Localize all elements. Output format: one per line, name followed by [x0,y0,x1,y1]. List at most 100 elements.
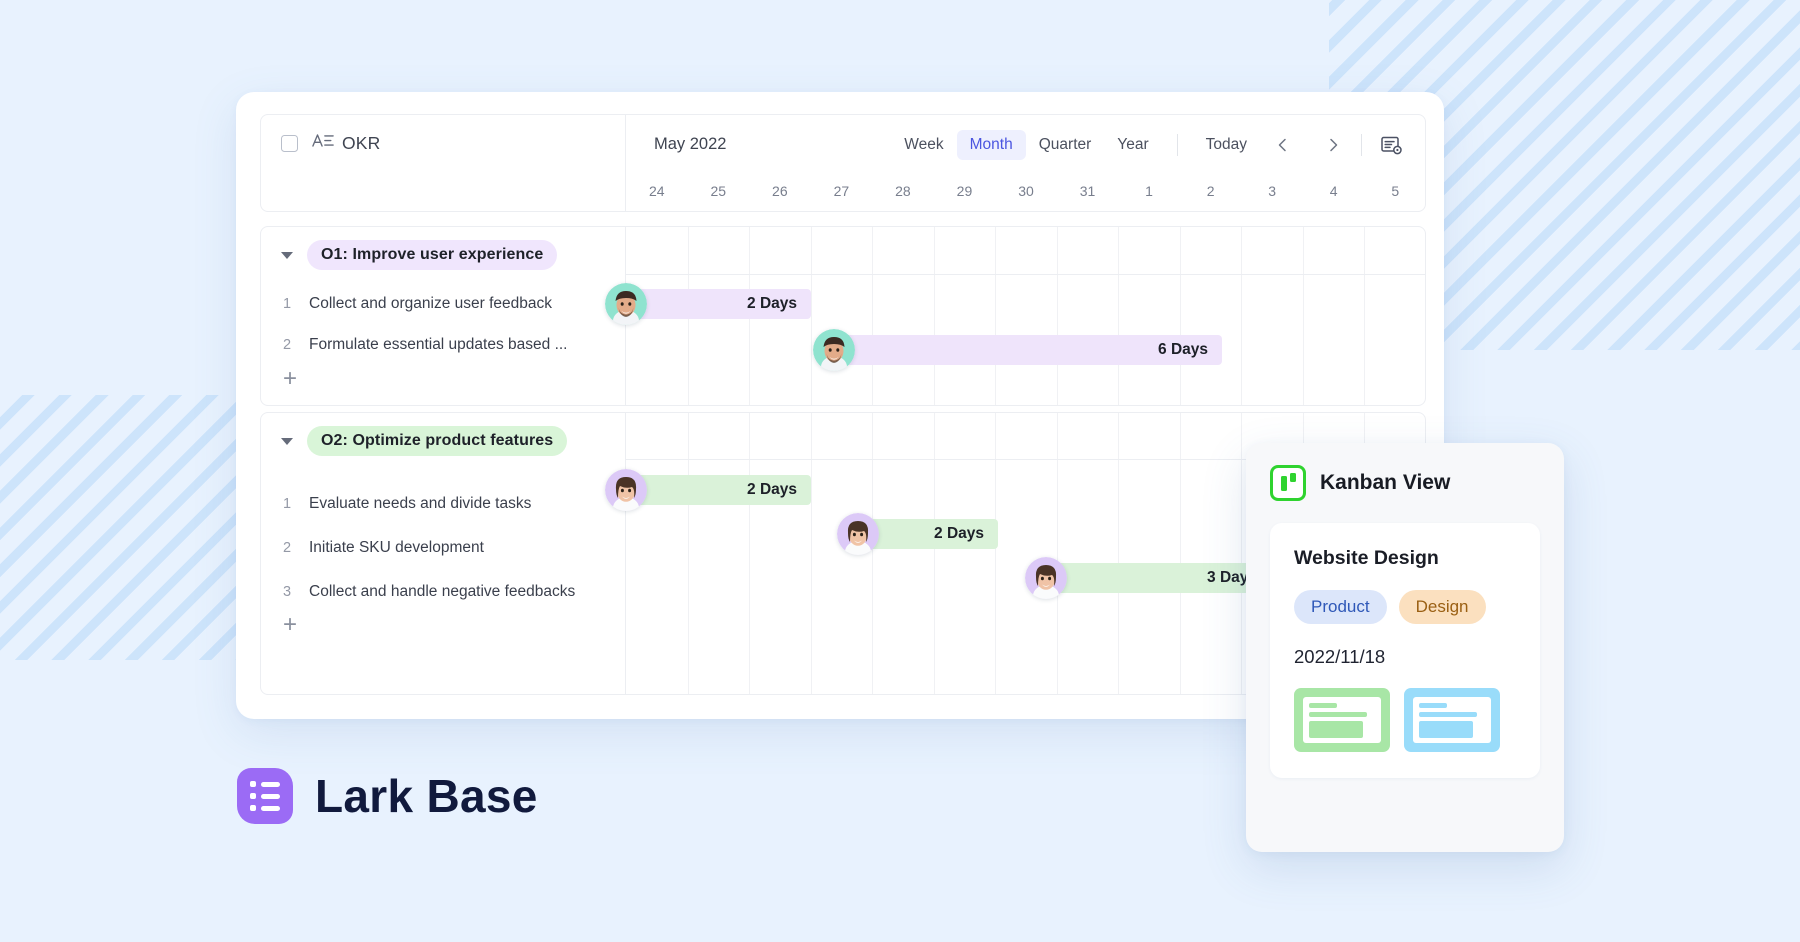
day-tick: 2 [1206,183,1215,199]
task-name: Evaluate needs and divide tasks [309,494,532,512]
day-tick: 27 [833,183,850,199]
timeline-gridline [749,413,751,694]
task-row[interactable]: 2 Initiate SKU development [261,527,484,568]
timeline-divider [626,274,1425,275]
list-settings-icon[interactable] [1377,132,1405,158]
day-tick: 28 [895,183,911,199]
gantt-header-left: OKR [261,115,626,211]
group-o2-title: O2: Optimize product features [307,426,568,456]
group-o1-header: O1: Improve user experience [261,227,558,283]
avatar[interactable] [837,513,879,555]
kanban-board-icon [1270,465,1306,501]
task-row[interactable]: 1 Evaluate needs and divide tasks [261,483,531,524]
day-tick: 26 [772,183,788,199]
task-row[interactable]: 3 Collect and handle negative feedbacks [261,571,575,612]
avatar[interactable] [813,329,855,371]
today-button[interactable]: Today [1193,130,1260,160]
task-index: 1 [283,295,292,312]
avatar[interactable] [605,469,647,511]
timeline-gridline [1118,413,1120,694]
kanban-card-title: Website Design [1294,547,1439,569]
tag-design[interactable]: Design [1398,590,1486,624]
day-tick: 4 [1329,183,1338,199]
background-stripes-bottom-left [0,395,248,660]
brand-name: Lark Base [315,770,538,822]
avatar[interactable] [605,283,647,325]
day-ruler: 24 25 26 27 28 29 30 31 1 2 3 4 5 [626,171,1425,211]
task-name: Collect and organize user feedback [309,294,552,312]
day-tick: 25 [710,183,727,199]
objective-group-o1: O1: Improve user experience 1 Collect an… [260,226,1426,406]
timeline-gridline [1241,227,1243,405]
text-field-icon [312,133,334,148]
attachment-thumbnail-blue[interactable] [1404,688,1500,752]
scale-week-button[interactable]: Week [891,130,956,160]
lark-base-grid-icon [237,768,293,824]
gantt-header: OKR May 2022 Week Month Quarter Year Tod… [260,114,1426,212]
day-tick: 24 [648,183,665,199]
day-tick: 1 [1145,183,1153,199]
timeline-gridline [995,413,997,694]
group-o1-task-list: O1: Improve user experience 1 Collect an… [261,227,626,405]
add-task-button[interactable]: + [283,367,297,391]
group-o2-header: O2: Optimize product features [261,413,568,469]
kanban-card-tags: Product Design [1294,590,1516,624]
scale-quarter-button[interactable]: Quarter [1026,130,1105,160]
timeline-gridline [1056,413,1058,694]
timeline-gridline [810,413,812,694]
timeline-gridline [1056,227,1058,405]
scale-toolbar: Week Month Quarter Year Today [891,128,1405,162]
day-tick: 29 [956,183,973,199]
chevron-right-icon[interactable] [1320,132,1346,158]
caret-down-icon[interactable] [281,251,293,259]
kanban-title: Kanban View [1320,471,1451,494]
avatar[interactable] [1025,557,1067,599]
task-row[interactable]: 2 Formulate essential updates based ... [261,324,567,365]
timeline-gridline [995,227,997,405]
kanban-card[interactable]: Website Design Product Design 2022/11/18 [1270,523,1540,778]
task-name: Formulate essential updates based ... [309,335,568,353]
task-name: Initiate SKU development [309,538,484,556]
kanban-panel: Kanban View Website Design Product Desig… [1246,443,1564,852]
group-o1-title: O1: Improve user experience [307,240,558,270]
timeline-gridline [1364,227,1366,405]
timeline-gridline [1179,227,1181,405]
chevron-left-icon[interactable] [1270,132,1296,158]
gantt-bar[interactable]: 2 Days [858,519,998,549]
task-name: Collect and handle negative feedbacks [309,582,576,600]
brand-lockup: Lark Base [237,768,538,824]
kanban-card-date: 2022/11/18 [1294,646,1386,667]
day-tick: 3 [1268,183,1277,199]
task-row[interactable]: 1 Collect and organize user feedback [261,283,552,324]
month-label: May 2022 [654,135,727,153]
field-label: OKR [342,133,381,153]
day-tick: 5 [1391,183,1400,199]
task-index: 2 [283,539,292,556]
timeline-gridline [933,227,935,405]
tag-product[interactable]: Product [1294,590,1387,624]
group-o2-task-list: O2: Optimize product features 1 Evaluate… [261,413,626,694]
task-index: 1 [283,495,292,512]
page-root: OKR May 2022 Week Month Quarter Year Tod… [0,0,1800,942]
gantt-bar[interactable]: 6 Days [834,335,1222,365]
timeline-gridline [687,413,689,694]
scale-month-button[interactable]: Month [956,130,1026,160]
gantt-bar[interactable]: 2 Days [626,289,811,319]
group-o1-timeline: 2 Days 6 Days [605,227,1425,405]
scale-year-button[interactable]: Year [1104,130,1161,160]
select-all-checkbox[interactable] [281,135,298,152]
timeline-gridline [1179,413,1181,694]
timeline-gridline [1241,413,1243,694]
gantt-bar[interactable]: 3 Days [1046,563,1271,593]
toolbar-divider-1 [1176,134,1178,156]
caret-down-icon[interactable] [281,437,293,445]
timeline-gridline [933,413,935,694]
gantt-bar[interactable]: 2 Days [626,475,811,505]
timeline-gridline [872,413,874,694]
timeline-gridline [1118,227,1120,405]
add-task-button[interactable]: + [283,613,297,637]
timeline-gridline [1302,227,1304,405]
attachment-thumbnail-green[interactable] [1294,688,1390,752]
day-tick: 31 [1079,183,1096,199]
kanban-card-attachments [1294,688,1516,752]
